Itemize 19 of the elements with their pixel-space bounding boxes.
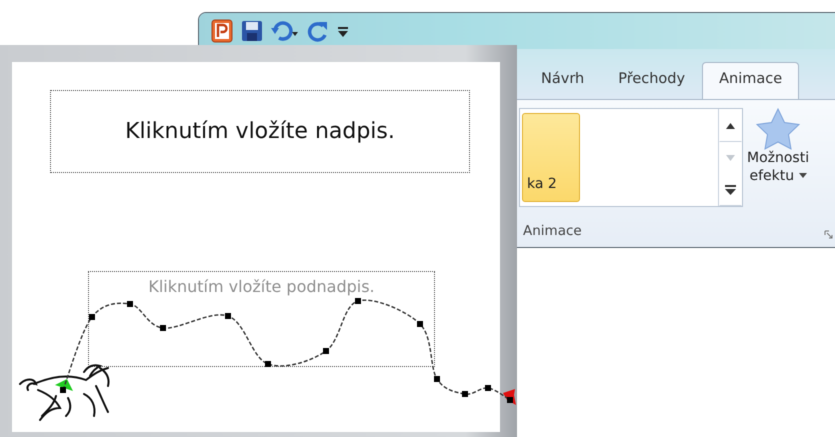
motion-path-drawing[interactable] <box>55 298 516 405</box>
down-arrow-icon <box>726 154 735 160</box>
app-logo-icon <box>211 19 233 43</box>
undo-icon[interactable] <box>271 20 299 42</box>
save-icon[interactable] <box>241 20 263 42</box>
ribbon-tab[interactable]: Přechody <box>601 62 702 99</box>
title-placeholder[interactable]: Kliknutím vložíte nadpis. <box>50 90 470 173</box>
ribbon-tab[interactable]: Návrh <box>524 62 602 99</box>
redo-icon[interactable] <box>307 20 329 42</box>
group-label: Animace <box>523 222 582 241</box>
more-arrow-icon <box>725 184 736 194</box>
ribbon-tab[interactable]: Animace <box>702 62 800 99</box>
effect-options-button[interactable]: Možnosti efektu <box>743 108 814 218</box>
caret-icon <box>798 173 807 178</box>
star-icon <box>756 108 800 150</box>
customize-toolbar-icon[interactable] <box>337 24 349 38</box>
dialog-launcher-icon[interactable] <box>824 230 833 239</box>
up-arrow-icon <box>726 122 735 128</box>
animation-item[interactable]: ka 2 <box>522 113 580 202</box>
